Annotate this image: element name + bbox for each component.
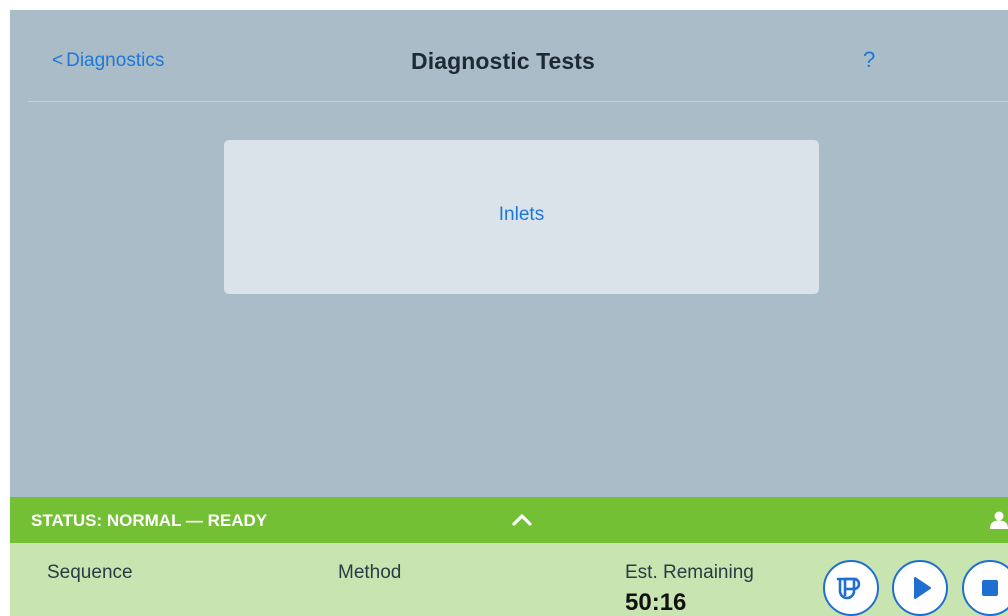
vial-icon <box>836 577 861 600</box>
est-remaining-value: 50:16 <box>625 589 687 616</box>
help-button[interactable]: ? <box>863 47 875 73</box>
method-label: Method <box>338 562 402 583</box>
user-icon[interactable] <box>990 510 1008 530</box>
status-panel: Sequence Method Est. Remaining 50:16 <box>10 543 1008 616</box>
screen: < Diagnostics Diagnostic Tests ? Inlets S… <box>0 0 1008 616</box>
status-text: STATUS: NORMAL — READY <box>31 511 268 530</box>
stop-icon <box>982 580 998 596</box>
est-remaining-label: Est. Remaining <box>625 562 754 583</box>
sample-vial-button[interactable] <box>823 560 879 616</box>
chevron-up-icon[interactable] <box>510 510 534 528</box>
inlets-tile[interactable]: Inlets <box>224 140 819 294</box>
sequence-label: Sequence <box>47 562 133 583</box>
header: < Diagnostics Diagnostic Tests ? <box>28 10 1008 102</box>
play-icon <box>914 577 931 599</box>
app-window: < Diagnostics Diagnostic Tests ? Inlets S… <box>10 10 1008 616</box>
stop-button[interactable] <box>962 560 1008 616</box>
run-button[interactable] <box>892 560 948 616</box>
status-bar: STATUS: NORMAL — READY <box>10 497 1008 543</box>
page-title: Diagnostic Tests <box>411 48 595 74</box>
inlets-tile-label: Inlets <box>498 204 545 225</box>
